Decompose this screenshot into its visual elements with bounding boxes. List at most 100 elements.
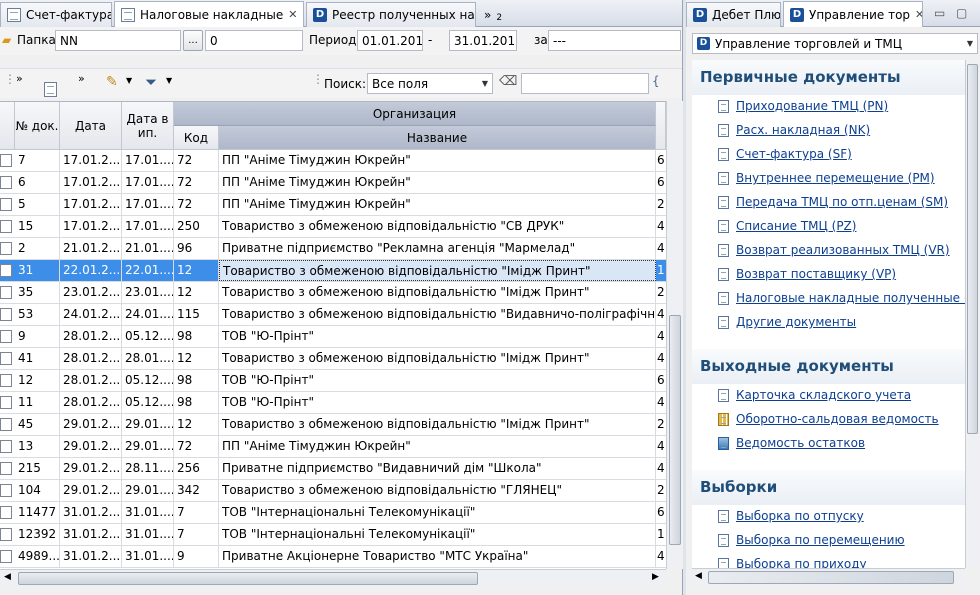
arrow-left-icon[interactable]: ◀ xyxy=(4,572,11,582)
nav-link[interactable]: Выборка по отпуску xyxy=(718,509,864,523)
table-row[interactable]: 7 17.01.2... 17.01.... 72 ПП "Аніме Тімуджин… xyxy=(0,150,666,172)
nav-link[interactable]: Возврат поставщику (VP) xyxy=(718,267,896,281)
filter-icon[interactable]: ⏷ xyxy=(145,73,157,91)
table-row[interactable]: 6 17.01.2... 17.01.... 72 ПП "Аніме Тімуджин… xyxy=(0,172,666,194)
nav-link[interactable]: Списание ТМЦ (PZ) xyxy=(718,219,856,233)
tab-overflow[interactable]: » 2 xyxy=(478,2,508,27)
for-select[interactable]: --- xyxy=(548,30,681,51)
tab-debet-plus[interactable]: D Дебет Плюс xyxy=(686,2,781,27)
scroll-thumb[interactable] xyxy=(18,572,478,585)
table-horizontal-scrollbar[interactable]: ◀ ▶ xyxy=(0,569,666,587)
nav-link[interactable]: Выборка по перемещению xyxy=(718,533,905,547)
scroll-thumb[interactable] xyxy=(708,571,954,584)
scroll-thumb[interactable] xyxy=(967,64,978,434)
nav-link[interactable]: Другие документы xyxy=(718,315,856,329)
navigator-vertical-scrollbar[interactable] xyxy=(965,60,979,568)
chevron-down-icon[interactable]: ▼ xyxy=(166,76,172,85)
date-from-picker[interactable]: 01.01.2013▼ xyxy=(357,30,423,51)
table-row[interactable]: 35 23.01.2... 23.01.... 12 Товариство з обме… xyxy=(0,282,666,304)
folder-code-input[interactable]: 0 xyxy=(205,30,303,51)
table-row[interactable]: 2 21.01.2... 21.01.... 96 Приватне підприємс… xyxy=(0,238,666,260)
nav-link[interactable]: Счет-фактура (SF) xyxy=(718,147,852,161)
table-row[interactable]: 13 29.01.2... 29.01.... 72 ПП "Аніме Тімуджи… xyxy=(0,436,666,458)
column-group-organization[interactable]: Организация xyxy=(174,102,656,126)
table-row[interactable]: 41 28.01.2... 28.01.... 12 Товариство з обме… xyxy=(0,348,666,370)
row-checkbox[interactable] xyxy=(0,374,12,387)
nav-link[interactable]: Выборка по приходу xyxy=(718,557,867,568)
column-header-num[interactable]: № док. xyxy=(15,102,60,150)
row-checkbox[interactable] xyxy=(0,418,12,431)
row-checkbox[interactable] xyxy=(0,330,12,343)
column-header-code[interactable]: Код xyxy=(174,126,219,150)
row-checkbox[interactable] xyxy=(0,198,12,211)
search-options-icon[interactable]: { xyxy=(652,74,660,88)
browse-button[interactable]: ... xyxy=(183,30,203,51)
tab-trade-management[interactable]: D Управление тор ✕ xyxy=(783,1,923,27)
arrow-right-icon[interactable]: ▶ xyxy=(652,572,659,582)
row-checkbox[interactable] xyxy=(0,396,12,409)
row-checkbox[interactable] xyxy=(0,506,12,519)
close-icon[interactable]: ✕ xyxy=(915,8,922,21)
column-header-name[interactable]: Название xyxy=(219,126,656,150)
nav-link[interactable]: Расх. накладная (NK) xyxy=(718,123,870,137)
row-checkbox[interactable] xyxy=(0,550,12,563)
row-checkbox[interactable] xyxy=(0,352,12,365)
table-row[interactable]: 31 22.01.2... 22.01.... 12 Товариство з обме… xyxy=(0,260,666,282)
table-row[interactable]: 4989... 31.01.2... 31.01.... 9 Приватне Акці… xyxy=(0,546,666,568)
folder-input[interactable]: NN xyxy=(55,30,181,51)
column-header-date[interactable]: Дата xyxy=(60,102,122,150)
row-checkbox[interactable] xyxy=(0,242,12,255)
nav-link[interactable]: Ведомость остатков xyxy=(718,436,865,450)
table-row[interactable]: 45 29.01.2... 29.01.... 12 Товариство з обме… xyxy=(0,414,666,436)
row-checkbox[interactable] xyxy=(0,154,12,167)
close-icon[interactable]: ✕ xyxy=(288,8,297,21)
nav-link[interactable]: Оборотно-сальдовая ведомость xyxy=(718,412,939,426)
tab-tax-invoices[interactable]: Налоговые накладные ✕ xyxy=(114,1,304,27)
nav-link[interactable]: Приходование ТМЦ (PN) xyxy=(718,99,888,113)
table-row[interactable]: 104 29.01.2... 29.01.... 342 Товариство з об… xyxy=(0,480,666,502)
search-field-select[interactable]: Все поля ▼ xyxy=(367,73,493,94)
table-row[interactable]: 11 28.01.2... 05.12.... 98 ТОВ "Ю-Прінт" 4 xyxy=(0,392,666,414)
table-row[interactable]: 12392 31.01.2... 31.01.... 7 ТОВ "Інтернаціо… xyxy=(0,524,666,546)
row-checkbox[interactable] xyxy=(0,176,12,189)
tab-registry[interactable]: D Реестр полученных на xyxy=(306,2,476,27)
scroll-thumb[interactable] xyxy=(669,315,681,545)
checkbox-column-header[interactable] xyxy=(0,102,15,150)
chevron-right-icon[interactable]: » xyxy=(16,72,23,85)
chevron-right-icon[interactable]: » xyxy=(78,72,85,85)
table-row[interactable]: 5 17.01.2... 17.01.... 72 ПП "Аніме Тімуджин… xyxy=(0,194,666,216)
row-checkbox[interactable] xyxy=(0,528,12,541)
table-row[interactable]: 215 29.01.2... 28.11.... 256 Приватне підпри… xyxy=(0,458,666,480)
eraser-icon[interactable]: ⌫ xyxy=(499,74,517,89)
table-row[interactable]: 9 28.01.2... 05.12.... 98 ТОВ "Ю-Прінт" 4 xyxy=(0,326,666,348)
navigator-horizontal-scrollbar[interactable]: ◀ xyxy=(692,568,965,586)
row-checkbox[interactable] xyxy=(0,484,12,497)
module-select[interactable]: D Управление торговлей и ТМЦ ▼ xyxy=(692,33,978,54)
nav-link[interactable]: Налоговые накладные полученные (NN) xyxy=(718,291,965,305)
table-row[interactable]: 15 17.01.2... 17.01.... 250 Товариство з обм… xyxy=(0,216,666,238)
date-to-picker[interactable]: 31.01.2013▼ xyxy=(449,30,517,51)
row-checkbox[interactable] xyxy=(0,462,12,475)
column-header-extra[interactable] xyxy=(656,102,666,150)
table-row[interactable]: 12 28.01.2... 05.12.... 98 ТОВ "Ю-Прінт" 6 xyxy=(0,370,666,392)
table-row[interactable]: 11477 31.01.2... 31.01.... 7 ТОВ "Інтернаціо… xyxy=(0,502,666,524)
search-input[interactable] xyxy=(521,73,649,94)
wand-icon[interactable]: ✎ xyxy=(106,74,118,90)
table-vertical-scrollbar[interactable] xyxy=(666,101,683,569)
row-checkbox[interactable] xyxy=(0,308,12,321)
row-checkbox[interactable] xyxy=(0,220,12,233)
maximize-icon[interactable]: ▢ xyxy=(956,6,967,20)
tab-invoice[interactable]: Счет-фактура xyxy=(0,2,112,27)
nav-link[interactable]: Возврат реализованных ТМЦ (VR) xyxy=(718,243,950,257)
new-document-icon[interactable] xyxy=(44,82,57,97)
chevron-down-icon[interactable]: ▼ xyxy=(126,76,132,85)
nav-link[interactable]: Передача ТМЦ по отп.ценам (SM) xyxy=(718,195,948,209)
nav-link[interactable]: Внутреннее перемещение (PM) xyxy=(718,171,935,185)
row-checkbox[interactable] xyxy=(0,264,12,277)
nav-link[interactable]: Карточка складского учета xyxy=(718,388,911,402)
column-header-date-in[interactable]: Дата в ип. xyxy=(122,102,174,150)
row-checkbox[interactable] xyxy=(0,440,12,453)
arrow-left-icon[interactable]: ◀ xyxy=(695,571,702,581)
minimize-icon[interactable]: ▭ xyxy=(934,6,945,20)
row-checkbox[interactable] xyxy=(0,286,12,299)
